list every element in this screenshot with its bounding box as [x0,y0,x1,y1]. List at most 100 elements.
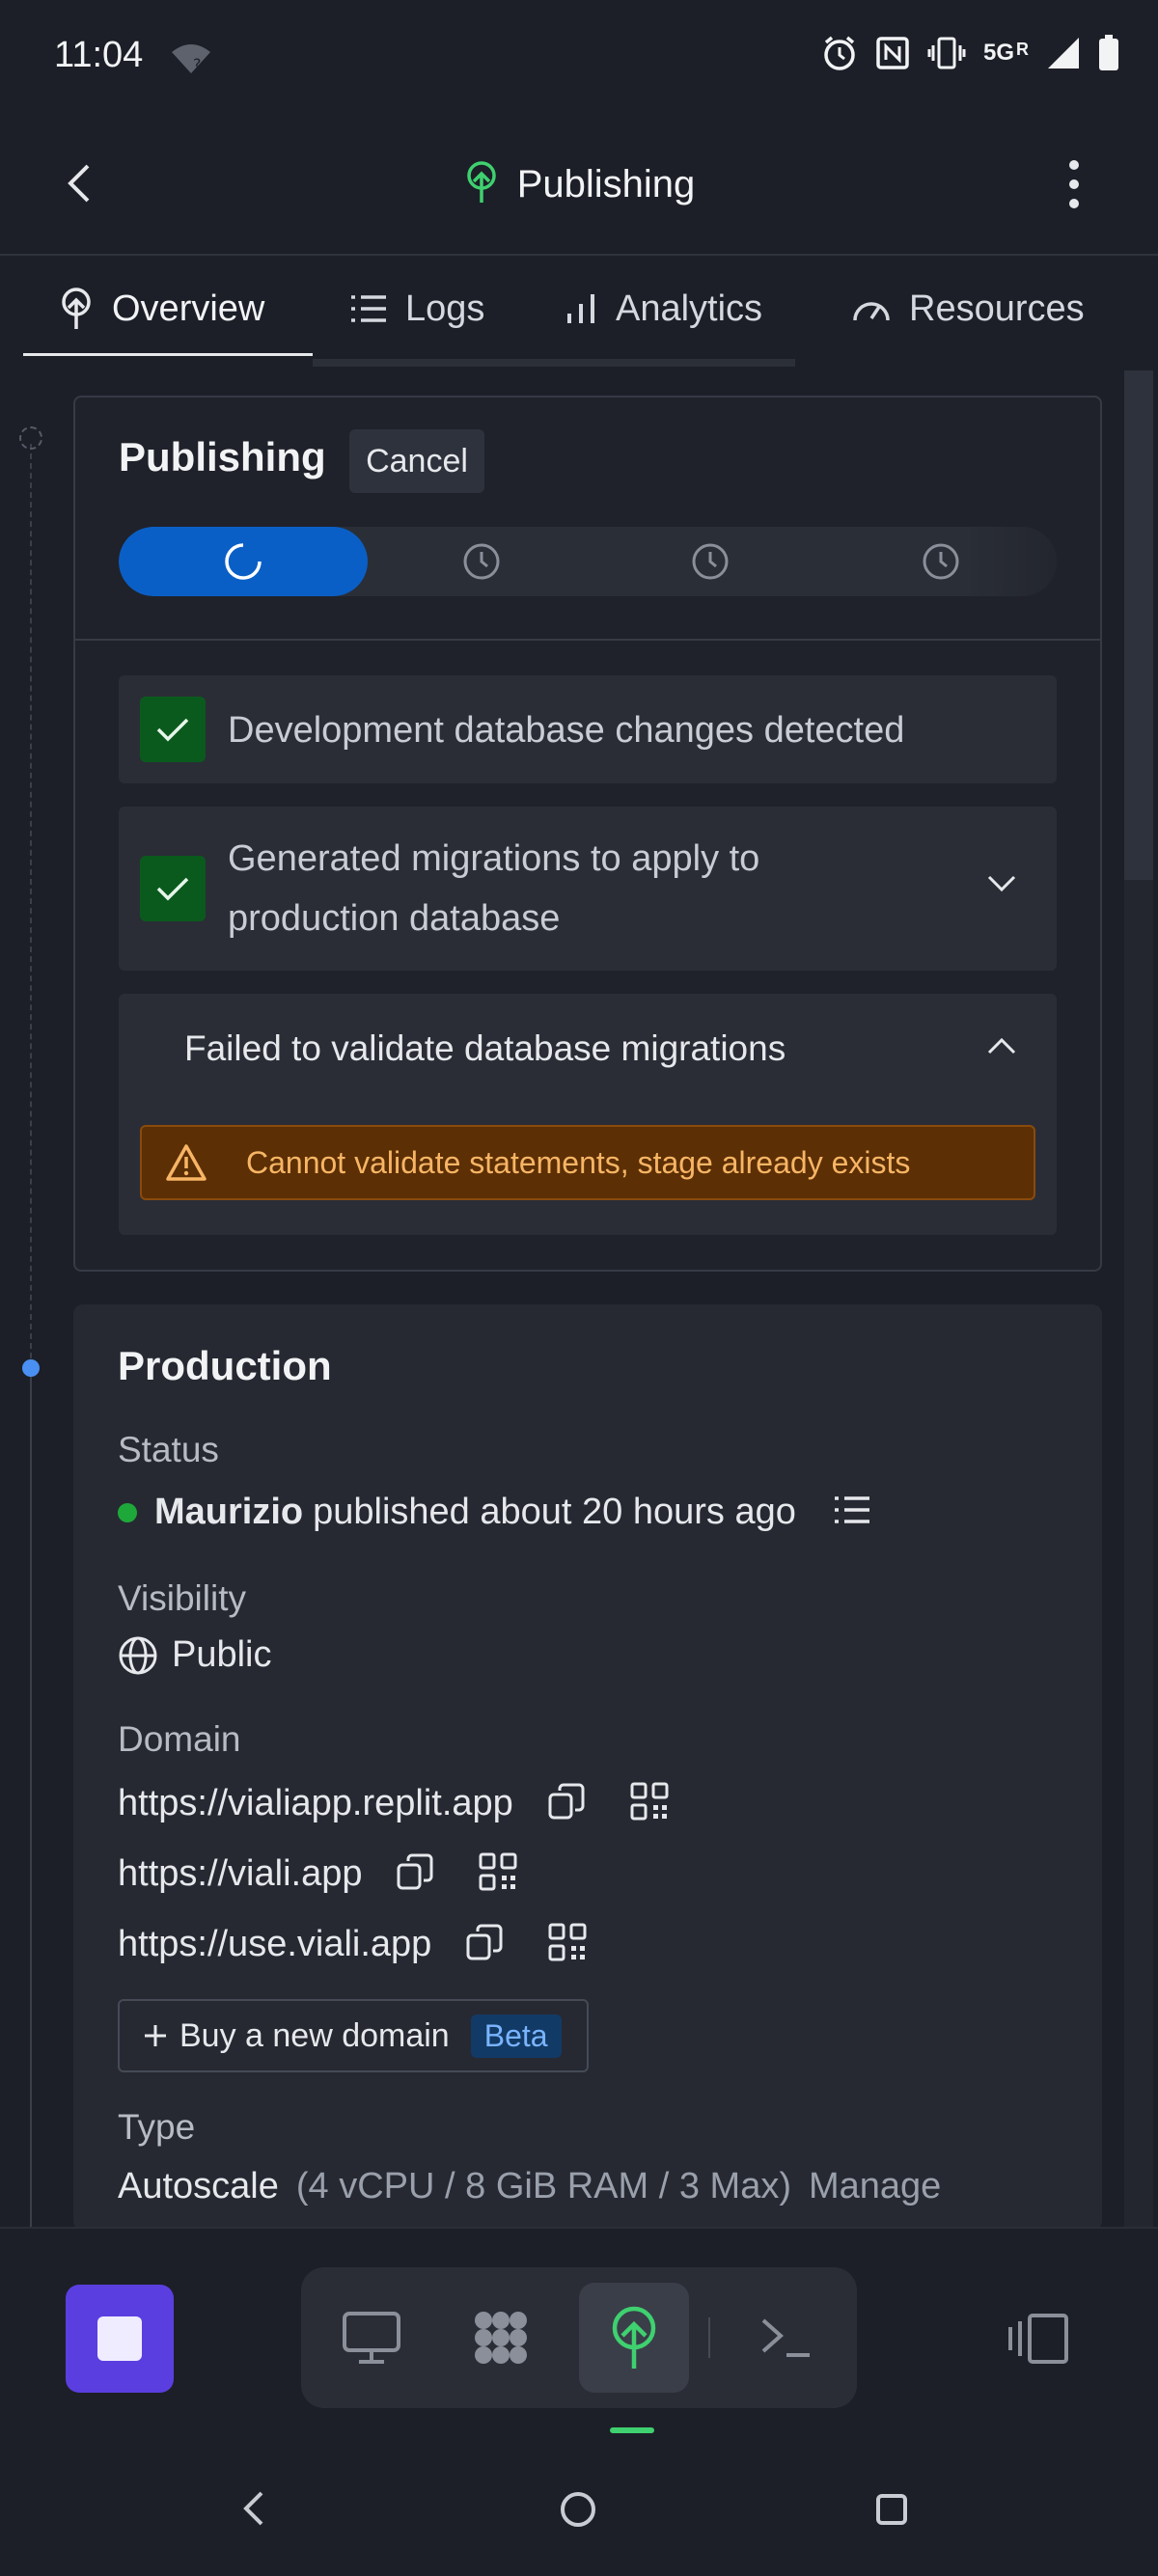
active-tool-indicator [610,2427,654,2433]
page-header: Publishing [0,160,1158,209]
error-message: Cannot validate statements, stage alread… [246,1144,911,1180]
status-user: Maurizio [154,1492,304,1532]
active-tab-indicator [23,353,313,356]
copy-icon [397,1853,433,1890]
tab-analytics[interactable]: Analytics [564,257,762,361]
status-dot [118,1502,137,1522]
tab-overview[interactable]: Overview [58,257,264,361]
network-type: 5G [982,40,1014,66]
copy-domain-button[interactable] [395,1851,435,1897]
type-value: Autoscale [118,2166,279,2206]
bar-chart-icon [567,294,594,323]
layout-toggle-button[interactable] [998,2304,1075,2373]
qr-code-icon [479,1852,517,1891]
step-1-in-progress [119,527,368,596]
publish-tree-icon [612,2306,656,2369]
domain-label: Domain [118,1719,241,1759]
system-home-button[interactable] [561,2492,595,2527]
more-options-button[interactable] [1052,154,1096,214]
check-row-text-line1: Generated migrations to apply to [228,838,760,879]
qr-code-button[interactable] [478,1851,518,1897]
visibility-value: Public [172,1634,272,1675]
workflows-tool-button[interactable] [446,2283,556,2393]
shell-tool-button[interactable] [731,2283,841,2393]
view-logs-button[interactable] [833,1494,871,1530]
system-back-icon [243,2491,263,2526]
tab-resources[interactable]: Resources [851,257,1085,361]
tab-analytics-label: Analytics [616,288,763,329]
publish-stepper [119,527,1057,596]
check-row-text-line2: production database [228,898,561,939]
domain-row: https://viali.app [118,1851,518,1897]
warning-icon [166,1144,207,1181]
type-label: Type [118,2107,196,2147]
domain-link[interactable]: https://vialiapp.replit.app [118,1783,513,1824]
status-text: published about 20 hours ago [313,1492,796,1532]
type-row: Autoscale (4 vCPU / 8 GiB RAM / 3 Max) M… [118,2166,941,2207]
scrollbar-thumb[interactable] [1124,370,1153,880]
terminal-icon [761,2318,810,2357]
tool-switcher [301,2267,857,2408]
type-spec: (4 vCPU / 8 GiB RAM / 3 Max) [295,2166,791,2206]
manage-link[interactable]: Manage [809,2166,941,2207]
tab-resources-label: Resources [909,288,1085,329]
check-row-text: Development database changes detected [228,710,905,751]
check-icon [156,718,189,742]
chevron-down-icon [987,875,1016,892]
production-card [73,1304,1102,2231]
timeline-pending-dot [19,426,42,450]
error-alert: Cannot validate statements, stage alread… [140,1125,1035,1200]
status-label: Status [118,1430,219,1469]
nfc-icon [875,36,910,70]
copy-domain-button[interactable] [546,1781,587,1826]
cancel-button[interactable]: Cancel [349,429,484,493]
qr-code-button[interactable] [629,1781,670,1826]
step-3-pending [595,527,825,596]
system-back-button[interactable] [241,2489,266,2533]
publishing-title: Publishing [119,434,326,480]
system-recents-button[interactable] [876,2494,907,2525]
network-indicator: 5G R [983,40,1029,67]
tool-divider [708,2317,710,2358]
gauge-icon [853,302,890,321]
publishing-tool-button[interactable] [579,2283,689,2393]
domain-row: https://vialiapp.replit.app [118,1781,670,1826]
battery-icon [1098,35,1119,71]
domain-link[interactable]: https://use.viali.app [118,1924,431,1965]
qr-code-button[interactable] [547,1922,588,1967]
copy-icon [548,1783,585,1820]
webview-tool-button[interactable] [317,2283,427,2393]
timeline-production-dot [22,1359,40,1377]
step-2-pending [368,527,595,596]
tab-logs[interactable]: Logs [349,257,484,361]
domain-link[interactable]: https://viali.app [118,1853,362,1895]
stop-icon [97,2316,142,2361]
publish-tree-icon [463,160,500,209]
check-icon-box [140,697,206,762]
vibrate-icon [927,36,966,70]
domain-row: https://use.viali.app [118,1922,588,1967]
more-vertical-icon [1069,160,1079,208]
copy-domain-button[interactable] [464,1922,505,1967]
split-panel-icon [1008,2314,1068,2364]
chevron-up-icon [987,1037,1016,1055]
production-title: Production [118,1343,332,1388]
beta-badge: Beta [470,2014,562,2058]
collapse-failure-button[interactable] [986,1036,1017,1060]
step-4-pending [825,527,1057,596]
list-icon [834,1496,869,1523]
monitor-icon [343,2312,400,2364]
failed-validation-title: Failed to validate database migrations [184,1028,786,1068]
qr-code-icon [548,1923,587,1961]
expand-migrations-button[interactable] [986,874,1017,898]
visibility-row: Public [118,1634,272,1676]
stop-button[interactable] [66,2285,174,2393]
plus-icon [145,2025,166,2046]
wifi-question-icon: ? [170,42,212,80]
page-title: Publishing [516,163,696,206]
status-row: Maurizio published about 20 hours ago [118,1492,871,1533]
tab-logs-label: Logs [405,288,485,329]
check-icon-box [140,856,206,921]
buy-domain-label: Buy a new domain [179,2016,450,2054]
buy-domain-button[interactable]: Buy a new domain Beta [118,1999,589,2072]
